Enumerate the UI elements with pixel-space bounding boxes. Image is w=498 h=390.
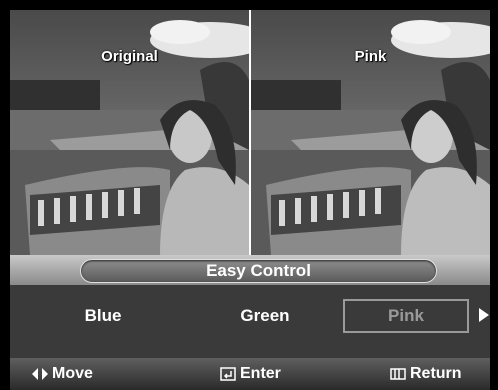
enter-icon	[220, 367, 236, 381]
help-enter: Enter	[220, 360, 281, 388]
menu-title: Easy Control	[80, 259, 437, 283]
help-move-label: Move	[52, 365, 93, 382]
move-arrows-icon	[32, 367, 48, 380]
help-return: Return	[390, 360, 462, 388]
return-menu-icon	[390, 368, 406, 380]
pink-preview-image	[251, 10, 490, 255]
pink-label: Pink	[354, 48, 387, 65]
tv-screen: Original Pink Easy Control Blue Green Pi…	[0, 0, 498, 390]
help-enter-label: Enter	[240, 365, 281, 382]
help-move: Move	[32, 360, 93, 388]
scroll-right-arrow-icon[interactable]	[479, 308, 489, 322]
option-pink-selected[interactable]: Pink	[343, 299, 469, 333]
original-preview-pane: Original	[10, 10, 249, 255]
menu-title-bar: Easy Control	[10, 255, 490, 285]
help-return-label: Return	[410, 365, 462, 382]
easy-control-menu: Easy Control Blue Green Pink Move Enter …	[10, 255, 490, 390]
original-preview-image	[10, 10, 249, 255]
option-row: Blue Green Pink	[10, 291, 490, 341]
original-label: Original	[101, 48, 158, 65]
option-blue[interactable]: Blue	[58, 299, 148, 333]
screen-frame: Original Pink Easy Control Blue Green Pi…	[10, 10, 490, 390]
help-bar: Move Enter Return	[10, 358, 490, 390]
option-green[interactable]: Green	[215, 299, 315, 333]
pink-preview-pane: Pink	[251, 10, 490, 255]
